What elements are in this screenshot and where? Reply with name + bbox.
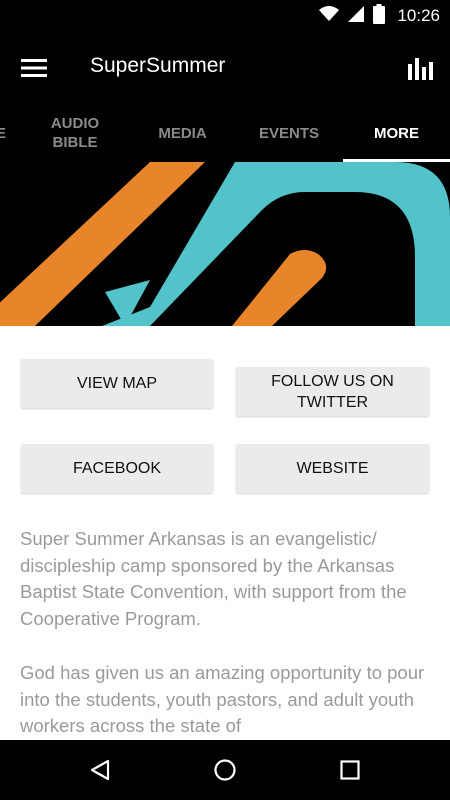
view-map-button[interactable]: VIEW MAP <box>21 359 213 408</box>
website-button[interactable]: WEBSITE <box>236 444 429 493</box>
home-button[interactable] <box>200 748 250 792</box>
recents-icon <box>340 760 360 780</box>
status-time: 10:26 <box>397 6 440 25</box>
status-icons: 10:26 <box>319 3 440 29</box>
tab-events[interactable]: EVENTS <box>236 104 342 162</box>
follow-twitter-button[interactable]: FOLLOW US ON TWITTER <box>236 367 429 416</box>
description-paragraph: God has given us an amazing opportunity … <box>20 661 425 737</box>
status-bar: 10:26 <box>0 0 450 32</box>
tab-audio-bible-label: AUDIO BIBLE <box>50 115 100 151</box>
banner-image <box>0 162 450 326</box>
signal-icon <box>347 5 365 28</box>
back-button[interactable] <box>75 748 125 792</box>
stats-button[interactable] <box>400 50 440 86</box>
app-bar: SuperSummer <box>0 32 450 104</box>
hamburger-menu-icon <box>21 59 47 77</box>
tab-more[interactable]: MORE <box>343 104 450 162</box>
app-title: SuperSummer <box>90 54 226 77</box>
tab-audio-bible[interactable]: AUDIO BIBLE <box>30 104 120 162</box>
bar-chart-icon <box>408 58 433 80</box>
tab-partial[interactable]: E <box>0 104 14 162</box>
recents-button[interactable] <box>325 748 375 792</box>
system-nav-bar <box>0 740 450 800</box>
banner-graphic <box>0 162 450 326</box>
tab-bar: E AUDIO BIBLE MEDIA EVENTS MORE <box>0 104 450 162</box>
more-content: VIEW MAP FOLLOW US ON TWITTER FACEBOOK W… <box>0 326 450 740</box>
back-icon <box>90 759 110 781</box>
home-icon <box>214 759 236 781</box>
wifi-icon <box>319 5 340 27</box>
description: Super Summer Arkansas is an evangelistic… <box>20 526 432 740</box>
tab-media[interactable]: MEDIA <box>130 104 235 162</box>
facebook-button[interactable]: FACEBOOK <box>21 444 213 493</box>
description-paragraph: Super Summer Arkansas is an evangelistic… <box>20 528 407 630</box>
battery-icon <box>373 3 386 29</box>
menu-button[interactable] <box>16 50 52 86</box>
